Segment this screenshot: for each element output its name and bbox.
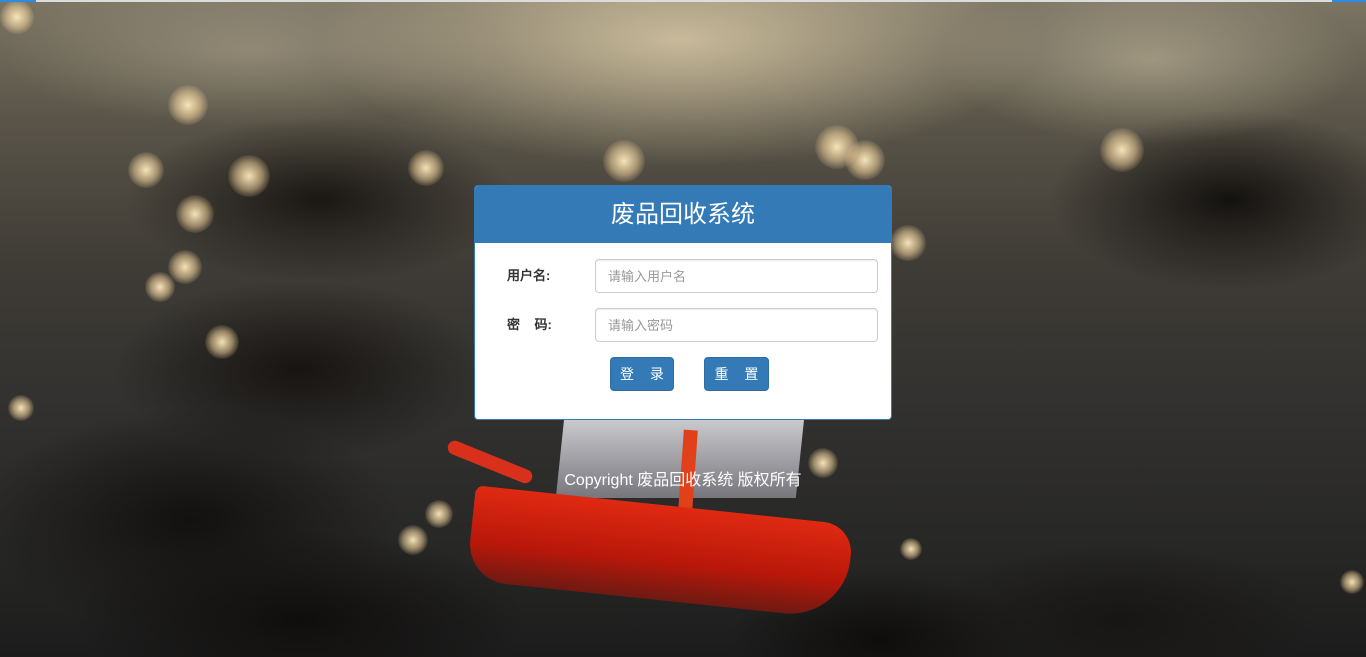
password-input[interactable] bbox=[595, 308, 878, 342]
reset-button[interactable]: 重 置 bbox=[704, 357, 769, 391]
username-label: 用户名: bbox=[507, 268, 551, 283]
bokeh-light bbox=[145, 272, 175, 302]
top-progress-bar bbox=[0, 0, 1366, 2]
bokeh-light bbox=[425, 500, 453, 528]
bokeh-light bbox=[168, 85, 208, 125]
bokeh-light bbox=[1100, 128, 1144, 172]
login-button[interactable]: 登 录 bbox=[610, 357, 674, 391]
bokeh-light bbox=[900, 538, 922, 560]
copyright-text: Copyright 废品回收系统 版权所有 bbox=[564, 472, 802, 489]
panel-title: 废品回收系统 bbox=[475, 186, 891, 243]
username-row: 用户名: bbox=[475, 259, 891, 293]
username-input[interactable] bbox=[595, 259, 878, 293]
bokeh-light bbox=[0, 0, 34, 34]
bokeh-light bbox=[890, 225, 926, 261]
bokeh-light bbox=[8, 395, 34, 421]
password-label: 密 码: bbox=[507, 317, 552, 332]
login-panel: 废品回收系统 用户名: 密 码: 登 录 重 置 bbox=[474, 185, 892, 420]
top-bar-accent-right bbox=[1332, 0, 1366, 2]
bokeh-light bbox=[398, 525, 428, 555]
password-row: 密 码: bbox=[475, 308, 891, 342]
bokeh-light bbox=[1340, 570, 1364, 594]
bokeh-light bbox=[176, 195, 214, 233]
toy-boat-hull bbox=[466, 485, 854, 620]
bokeh-light bbox=[845, 140, 885, 180]
bokeh-light bbox=[603, 140, 645, 182]
bokeh-light bbox=[408, 150, 444, 186]
bokeh-light bbox=[228, 155, 270, 197]
top-bar-accent-left bbox=[0, 0, 36, 2]
bokeh-light bbox=[205, 325, 239, 359]
bokeh-light bbox=[128, 152, 164, 188]
